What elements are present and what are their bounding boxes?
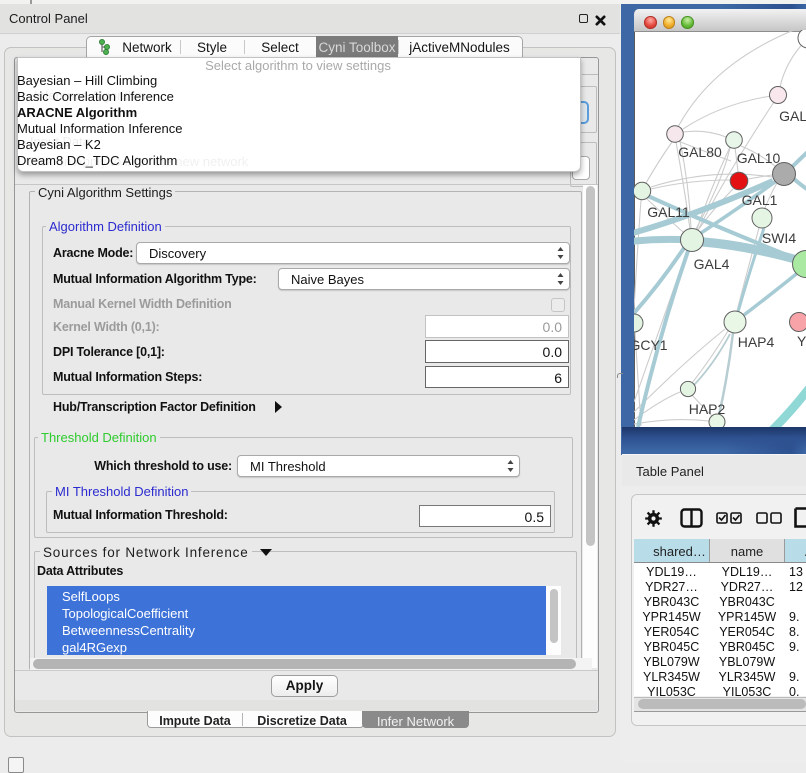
svg-text:HAP4: HAP4 [738, 334, 775, 350]
svg-text:GAL10: GAL10 [737, 150, 781, 166]
svg-text:GAL1: GAL1 [742, 192, 778, 208]
svg-text:SWI4: SWI4 [762, 230, 796, 246]
svg-text:YM: YM [797, 333, 806, 349]
svg-text:GAL11: GAL11 [647, 204, 690, 220]
svg-text:GAL4: GAL4 [694, 256, 730, 272]
svg-text:HAP2: HAP2 [689, 401, 726, 417]
svg-text:GAL80: GAL80 [678, 144, 722, 160]
svg-text:GAL2: GAL2 [779, 108, 806, 124]
svg-text:GCY1: GCY1 [634, 337, 668, 353]
